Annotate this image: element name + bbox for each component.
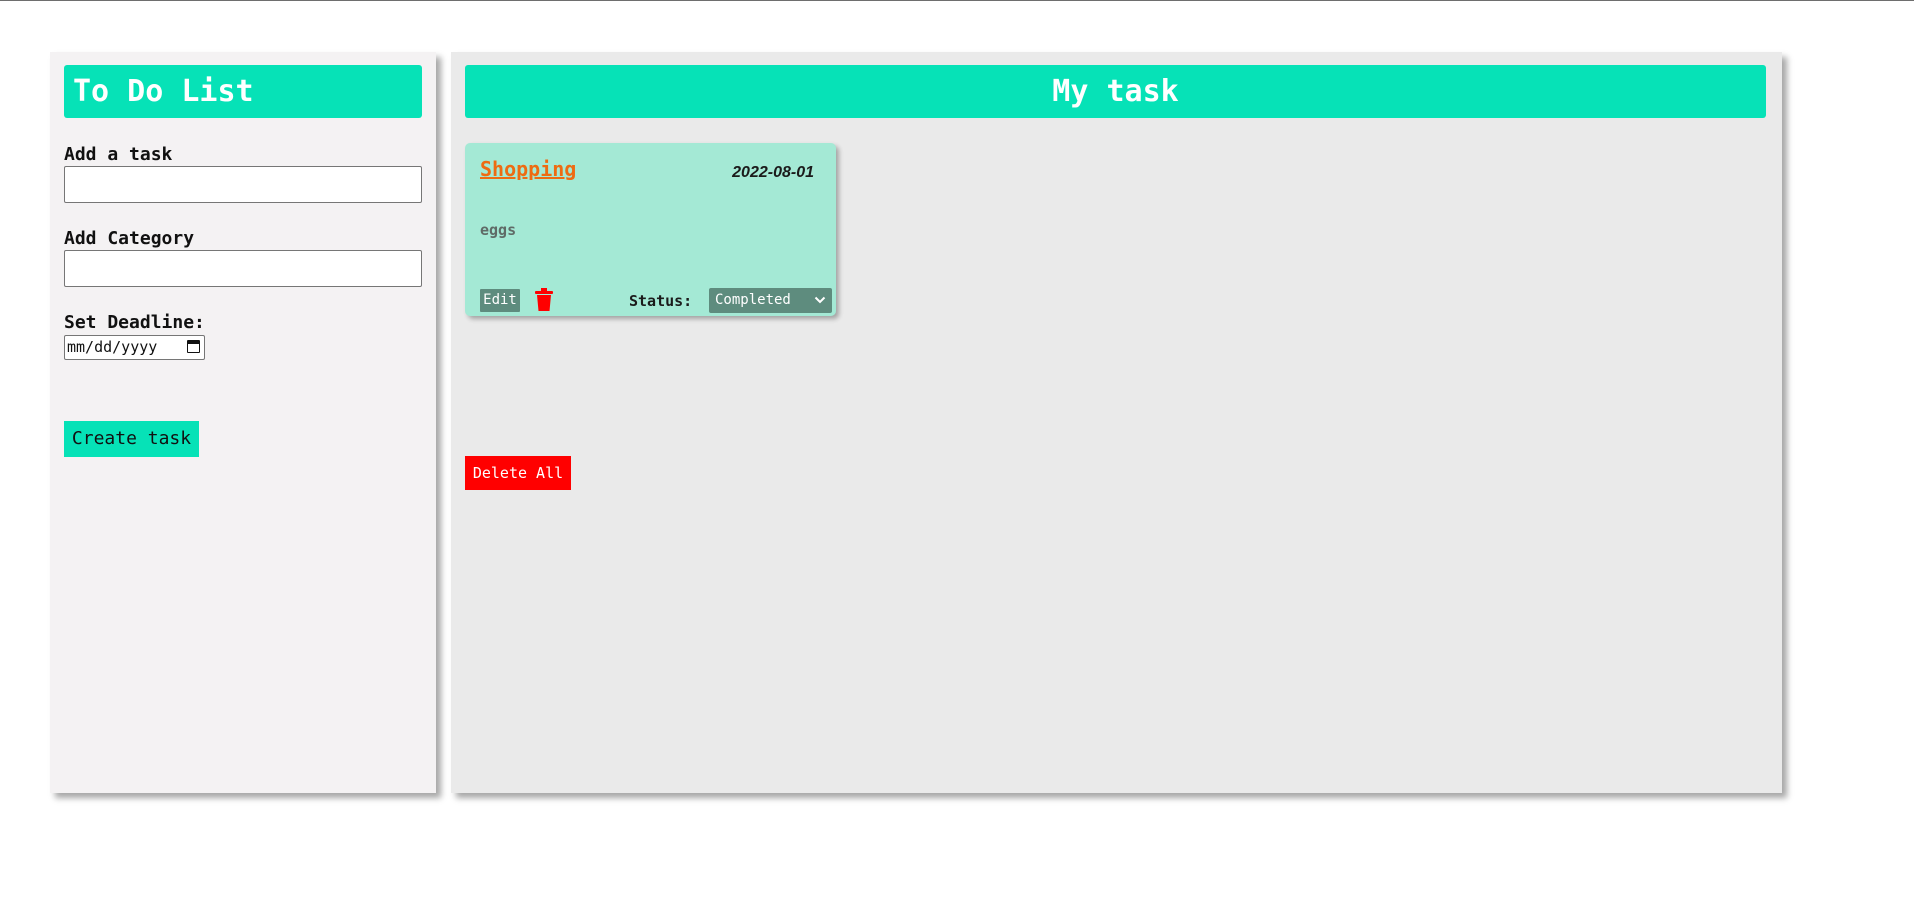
task-description: eggs <box>480 221 517 239</box>
chevron-down-icon <box>814 296 826 304</box>
status-select[interactable]: Completed <box>709 288 832 313</box>
task-label: Add a task <box>64 144 173 165</box>
task-deadline: 2022-08-01 <box>732 164 814 181</box>
edit-task-button[interactable]: Edit <box>480 289 520 312</box>
task-title-link[interactable]: Shopping <box>480 157 576 181</box>
date-placeholder: mm/dd/yyyy <box>67 338 158 356</box>
task-list-title: My task <box>465 65 1766 118</box>
deadline-label: Set Deadline: <box>64 312 205 333</box>
task-card: Shopping 2022-08-01 eggs Edit Status: Co… <box>465 143 836 316</box>
todo-form-panel: To Do List Add a task Add Category Set D… <box>50 52 436 793</box>
status-value: Completed <box>715 292 791 308</box>
form-title: To Do List <box>64 65 422 118</box>
create-task-button[interactable]: Create task <box>64 421 199 457</box>
category-label: Add Category <box>64 228 195 249</box>
deadline-date-input[interactable]: mm/dd/yyyy <box>64 335 205 360</box>
calendar-icon[interactable] <box>187 340 200 353</box>
task-list-panel: My task Shopping 2022-08-01 eggs Edit St… <box>451 52 1782 793</box>
category-input[interactable] <box>64 250 422 287</box>
top-border <box>0 0 1914 1</box>
delete-all-button[interactable]: Delete All <box>465 456 571 490</box>
task-input[interactable] <box>64 166 422 203</box>
status-label: Status: <box>629 292 693 310</box>
trash-icon[interactable] <box>534 288 554 312</box>
